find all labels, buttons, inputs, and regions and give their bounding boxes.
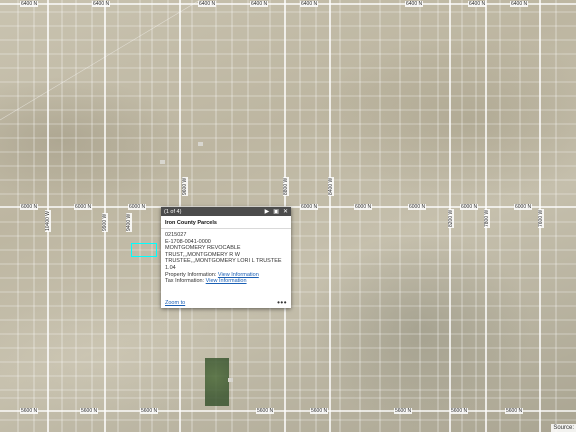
road-label: 6000 N (74, 204, 93, 210)
parcel-popup: (1 of 4) ▶ ▣ ✕ Iron County Parcels 02150… (161, 207, 291, 308)
building (198, 142, 203, 146)
parcel-number: E-1708-0041-0000 (165, 238, 211, 245)
popup-title: Iron County Parcels (161, 216, 291, 229)
parcel-id: 0215027 (165, 232, 187, 238)
owner-line: TRUSTEE,,,MONTGOMERY LORI L TRUSTEE (165, 258, 282, 265)
road-label: 6400 N (20, 1, 39, 7)
road-label: 8400 W (328, 176, 334, 196)
road-label: 5600 N (140, 408, 159, 414)
road-label: 6400 N (92, 1, 111, 7)
building (228, 378, 233, 382)
road-label: 5600 N (80, 408, 99, 414)
road-label: 9400 W (126, 212, 132, 232)
selected-parcel-outline[interactable] (131, 243, 157, 257)
road-label: 5600 N (20, 408, 39, 414)
popup-footer: Zoom to ••• (165, 299, 287, 307)
road-label: 7600 W (538, 208, 544, 228)
road-label: 5600 N (394, 408, 413, 414)
road-label: 6000 N (460, 204, 479, 210)
road-label: 10400 W (45, 209, 51, 232)
road-label: 5600 N (505, 408, 524, 414)
road-label: 7800 W (484, 208, 490, 228)
property-info-label: Property Information: (165, 271, 217, 278)
road-label: 6400 N (405, 1, 424, 7)
road-label: 6000 N (514, 204, 533, 210)
next-icon[interactable]: ▶ (265, 209, 270, 215)
road-label: 6000 N (300, 204, 319, 210)
tax-info-row: Tax Information: View Information (165, 278, 287, 285)
maximize-icon[interactable]: ▣ (273, 209, 279, 215)
owner-line: TRUST,,,MONTGOMERY R W (165, 251, 240, 258)
more-actions-icon[interactable]: ••• (277, 299, 287, 307)
property-info-row: Property Information: View Information (165, 272, 287, 279)
building (160, 160, 165, 164)
tree-cluster (205, 358, 229, 406)
road-label: 5600 N (450, 408, 469, 414)
road-label: 6000 N (20, 204, 39, 210)
road-label: 9900 W (102, 212, 108, 232)
owner-line: MONTGOMERY REVOCABLE (165, 245, 241, 252)
tax-info-label: Tax Information: (165, 278, 205, 285)
popup-body: 0215027 E-1708-0041-0000 MONTGOMERY REVO… (161, 232, 291, 285)
road-label: 5600 N (256, 408, 275, 414)
property-info-link[interactable]: View Information (218, 272, 259, 278)
road-label: 5600 N (310, 408, 329, 414)
road-label: 6000 N (354, 204, 373, 210)
tax-info-link[interactable]: View Information (206, 278, 247, 284)
road-label: 6400 N (468, 1, 487, 7)
road-label: 6000 N (408, 204, 427, 210)
road-label: 6400 N (510, 1, 529, 7)
popup-pager: (1 of 4) (164, 208, 182, 215)
road-label: 6000 N (128, 204, 147, 210)
road-label: 9600 W (182, 176, 188, 196)
road-label: 6400 N (250, 1, 269, 7)
zoom-to-link[interactable]: Zoom to (165, 300, 185, 306)
source-attribution: Source: (551, 424, 576, 432)
road-label: 8800 W (283, 176, 289, 196)
road-label: 6400 N (198, 1, 217, 7)
popup-header: (1 of 4) ▶ ▣ ✕ (161, 207, 291, 216)
road-label: 6400 N (300, 1, 319, 7)
close-icon[interactable]: ✕ (283, 209, 288, 215)
acreage: 1.04 (165, 264, 176, 271)
road-label: 8200 W (448, 208, 454, 228)
